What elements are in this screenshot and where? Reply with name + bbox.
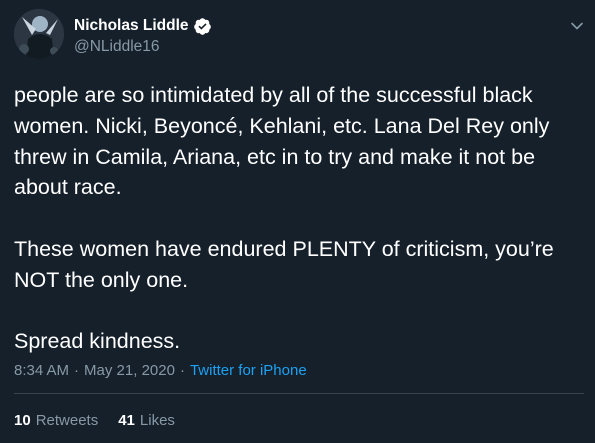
tweet-date[interactable]: May 21, 2020 <box>84 362 175 379</box>
display-name[interactable]: Nicholas Liddle <box>74 17 189 35</box>
tweet-header: Nicholas Liddle @NLiddle16 <box>14 9 584 61</box>
avatar-image <box>14 9 64 59</box>
retweets-stat[interactable]: 10 Retweets <box>14 412 98 429</box>
tweet-meta: 8:34 AM · May 21, 2020 · Twitter for iPh… <box>14 360 307 380</box>
retweets-count: 10 <box>14 411 31 429</box>
display-name-row: Nicholas Liddle <box>74 16 212 36</box>
avatar[interactable] <box>14 9 64 59</box>
tweet-paragraph: people are so intimidated by all of the … <box>14 83 556 200</box>
verified-badge-icon <box>193 17 211 35</box>
tweet-card: Nicholas Liddle @NLiddle16 people are so… <box>0 0 595 443</box>
meta-separator: · <box>179 361 185 379</box>
divider <box>14 393 584 394</box>
tweet-time[interactable]: 8:34 AM <box>14 362 69 379</box>
tweet-paragraph: Spread kindness. <box>14 329 181 354</box>
retweets-label: Retweets <box>35 411 99 429</box>
meta-separator: · <box>74 361 80 379</box>
likes-label: Likes <box>139 411 175 429</box>
tweet-source-link[interactable]: Twitter for iPhone <box>190 362 307 379</box>
handle[interactable]: @NLiddle16 <box>74 38 212 56</box>
likes-count: 41 <box>118 411 135 429</box>
chevron-down-icon[interactable] <box>570 19 584 33</box>
author-names: Nicholas Liddle @NLiddle16 <box>74 16 212 56</box>
tweet-stats: 10 Retweets 41 Likes <box>14 410 195 430</box>
tweet-paragraph: These women have endured PLENTY of criti… <box>14 236 560 292</box>
likes-stat[interactable]: 41 Likes <box>118 412 175 429</box>
tweet-text: people are so intimidated by all of the … <box>14 80 584 357</box>
